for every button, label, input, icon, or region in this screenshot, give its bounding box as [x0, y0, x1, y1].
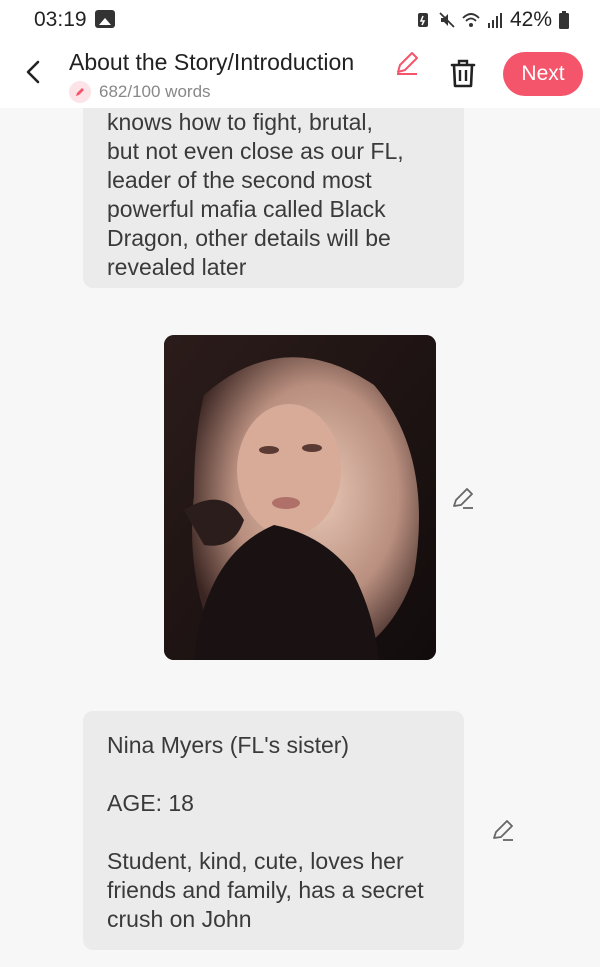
- intro-line: knows how to fight, brutal,: [107, 109, 373, 135]
- intro-line: Dragon, other details will be: [107, 225, 391, 251]
- gallery-notification-icon: [95, 10, 115, 28]
- signal-icon: [487, 13, 502, 28]
- battery-saver-icon: [417, 13, 428, 27]
- status-bar: 03:19 42%: [0, 0, 600, 40]
- battery-icon: [559, 11, 569, 29]
- word-count: 682/100 words: [69, 81, 211, 103]
- edit-image-icon[interactable]: [450, 485, 476, 511]
- status-icons: 42%: [414, 8, 570, 32]
- wifi-icon: [462, 13, 480, 27]
- back-button[interactable]: [18, 56, 50, 88]
- story-content[interactable]: knows how to fight, brutal, but not even…: [0, 108, 600, 967]
- character-photo-image: [164, 335, 436, 660]
- editor-header: About the Story/Introduction 682/100 wor…: [0, 40, 600, 108]
- edit-title-icon[interactable]: [393, 49, 421, 77]
- intro-line: but not even close as our FL,: [107, 138, 404, 164]
- character-text-block[interactable]: Nina Myers (FL's sister) AGE: 18 Student…: [83, 711, 464, 950]
- status-time: 03:19: [34, 8, 87, 31]
- intro-line: leader of the second most: [107, 167, 372, 193]
- character-age: AGE: 18: [107, 790, 194, 816]
- mute-icon: [439, 12, 455, 28]
- intro-text-block[interactable]: knows how to fight, brutal, but not even…: [83, 108, 464, 288]
- next-button[interactable]: Next: [503, 52, 583, 96]
- character-description: Student, kind, cute, loves her friends a…: [107, 848, 424, 932]
- intro-line: powerful mafia called Black: [107, 196, 386, 222]
- battery-percent: 42%: [509, 8, 552, 31]
- character-name: Nina Myers (FL's sister): [107, 732, 350, 758]
- intro-line: revealed later: [107, 254, 247, 280]
- edit-text-icon[interactable]: [490, 817, 516, 843]
- pencil-icon: [69, 81, 91, 103]
- character-photo[interactable]: [164, 335, 436, 660]
- word-count-text: 682/100 words: [99, 82, 211, 101]
- delete-button[interactable]: [446, 56, 480, 90]
- page-title: About the Story/Introduction: [69, 49, 355, 75]
